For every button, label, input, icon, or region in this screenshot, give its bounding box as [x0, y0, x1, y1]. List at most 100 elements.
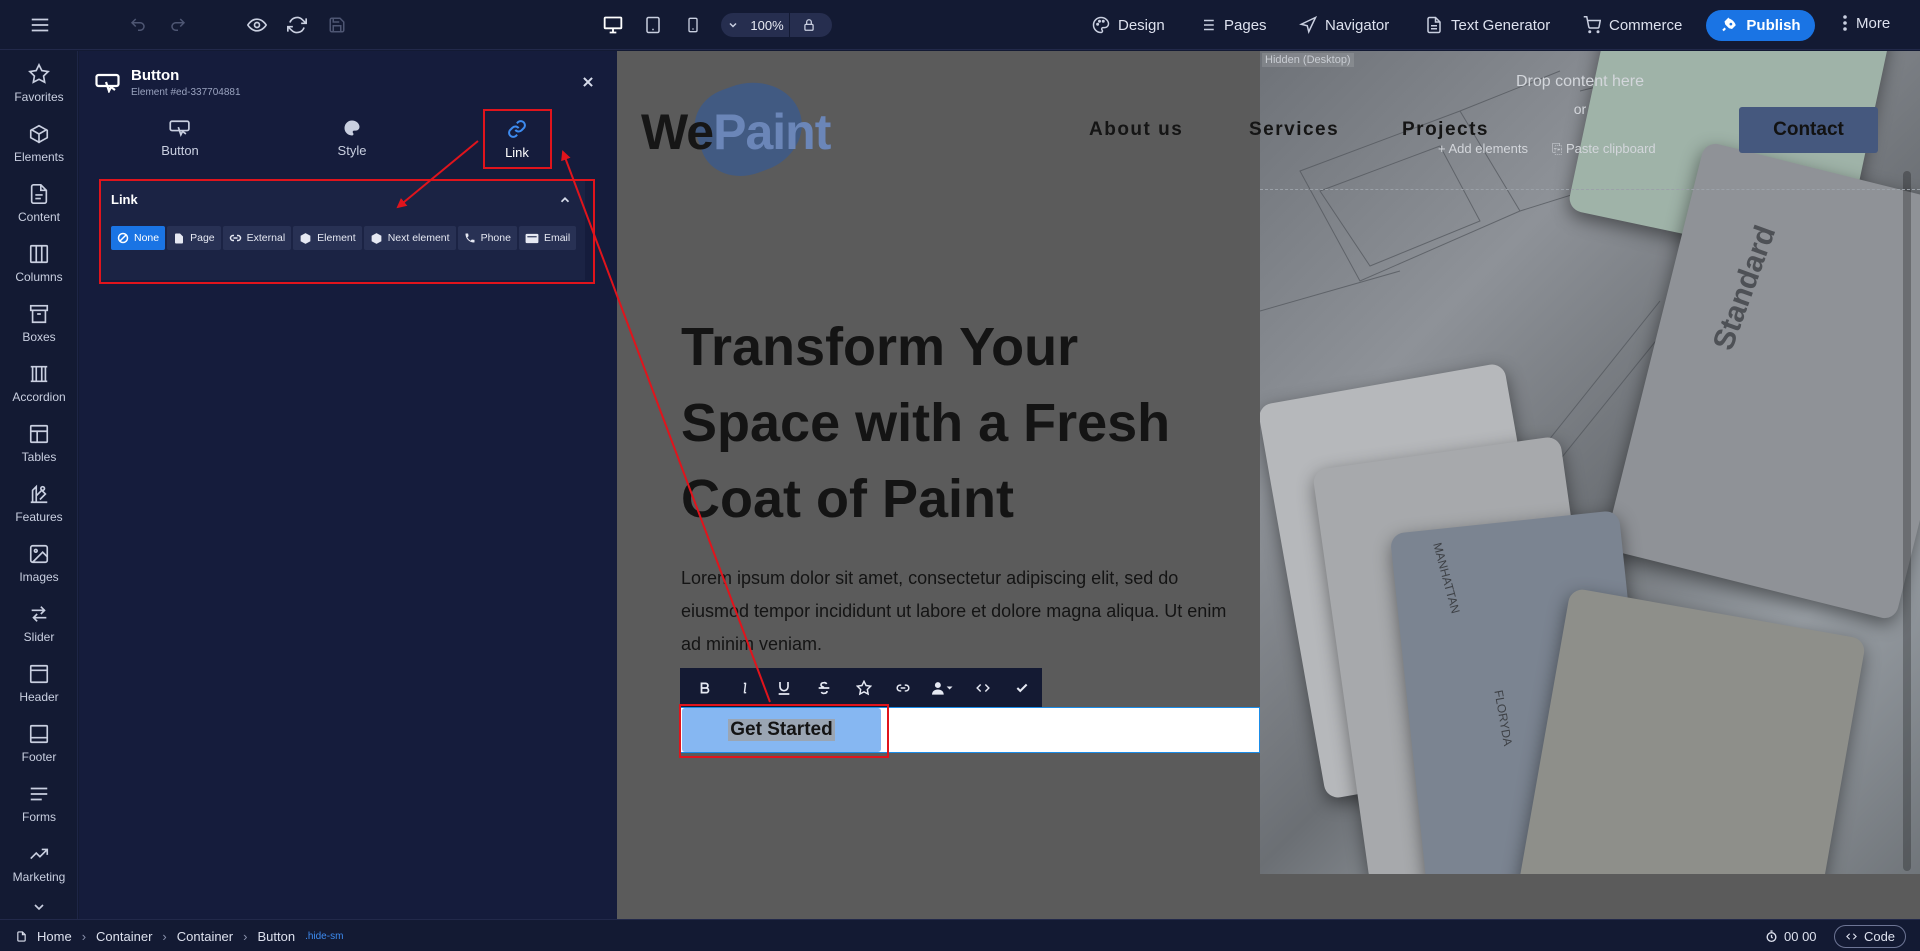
sidebar-item-boxes[interactable]: Boxes: [0, 297, 78, 357]
features-icon: [30, 484, 48, 504]
status-bar: Home › Container › Container › Button .h…: [0, 919, 1920, 951]
publish-button[interactable]: Publish: [1706, 10, 1815, 41]
sidebar-item-tables[interactable]: Tables: [0, 417, 78, 477]
header-icon: [29, 664, 49, 684]
annotation-highlight-button: [679, 704, 889, 758]
sidebar-item-features[interactable]: Features: [0, 477, 78, 537]
tab-style[interactable]: Style: [302, 119, 402, 163]
underline-icon[interactable]: [764, 668, 804, 708]
code-icon[interactable]: [963, 668, 1003, 708]
cube-icon: [29, 124, 49, 144]
sidebar-item-slider[interactable]: Slider: [0, 597, 78, 657]
code-label: Code: [1863, 929, 1896, 944]
sidebar-item-forms[interactable]: Forms: [0, 777, 78, 837]
sidebar-item-label: Tables: [21, 450, 57, 464]
drop-zone-border: [1260, 189, 1920, 190]
logo-we: We: [641, 104, 714, 160]
desktop-view-icon[interactable]: [600, 12, 626, 38]
timer: 00 00: [1765, 929, 1817, 944]
sidebar-item-header[interactable]: Header: [0, 657, 78, 717]
footer-icon: [29, 724, 49, 744]
breadcrumb-separator-icon: ›: [243, 929, 248, 944]
menu-design[interactable]: Design: [1092, 14, 1165, 36]
sidebar-item-marketing[interactable]: Marketing: [0, 837, 78, 897]
slider-icon: [31, 606, 47, 622]
logo-paint: Paint: [713, 104, 831, 160]
sidebar-item-images[interactable]: Images: [0, 537, 78, 597]
save-icon[interactable]: [325, 13, 349, 37]
menu-design-label: Design: [1118, 16, 1165, 34]
hamburger-menu-icon[interactable]: [28, 13, 52, 37]
site-logo[interactable]: WePaint: [641, 103, 831, 161]
star-icon[interactable]: [844, 668, 884, 708]
element-id: Element #ed-337704881: [131, 87, 241, 98]
paste-clipboard-label: Paste clipboard: [1566, 141, 1656, 156]
menu-navigator[interactable]: Navigator: [1299, 14, 1389, 36]
sidebar-item-label: Slider: [23, 630, 55, 644]
menu-text-generator[interactable]: Text Generator: [1425, 14, 1550, 36]
paint-swatch: [1513, 587, 1867, 874]
section-bottom: [1260, 874, 1920, 919]
code-button[interactable]: Code: [1834, 925, 1906, 948]
breadcrumb-container[interactable]: Container: [96, 929, 152, 944]
document-icon: [1427, 16, 1441, 34]
redo-icon[interactable]: [166, 13, 190, 37]
strikethrough-icon[interactable]: [804, 668, 844, 708]
breadcrumb-container-2[interactable]: Container: [177, 929, 233, 944]
chevron-down-icon[interactable]: [721, 19, 745, 31]
menu-pages[interactable]: Pages: [1198, 14, 1267, 36]
zoom-control[interactable]: 100%: [721, 13, 832, 37]
tab-style-label: Style: [337, 143, 367, 158]
user-dropdown-icon[interactable]: [923, 668, 963, 708]
navigation-icon: [1299, 16, 1317, 34]
mobile-view-icon[interactable]: [680, 12, 706, 38]
close-icon[interactable]: [581, 75, 595, 89]
palette-icon: [344, 120, 360, 136]
checkmark-icon[interactable]: [1002, 668, 1042, 708]
sidebar-item-accordion[interactable]: Accordion: [0, 357, 78, 417]
drop-zone[interactable]: Hidden (Desktop) Drop content here or + …: [1260, 51, 1920, 191]
image-icon: [29, 544, 49, 564]
italic-icon[interactable]: [725, 668, 765, 708]
canvas-scrollbar[interactable]: [1903, 171, 1911, 871]
undo-icon[interactable]: [126, 13, 150, 37]
breadcrumb-button[interactable]: Button: [257, 929, 295, 944]
zoom-value: 100%: [750, 17, 784, 33]
preview-eye-icon[interactable]: [245, 13, 269, 37]
link-icon[interactable]: [883, 668, 923, 708]
hero-paragraph[interactable]: Lorem ipsum dolor sit amet, consectetur …: [681, 562, 1251, 661]
more-menu[interactable]: More: [1842, 14, 1890, 32]
sidebar-item-columns[interactable]: Columns: [0, 237, 78, 297]
breadcrumb: Home › Container › Container › Button .h…: [16, 929, 343, 944]
menu-commerce-label: Commerce: [1609, 16, 1683, 34]
breadcrumb-home[interactable]: Home: [37, 929, 72, 944]
button-icon: [169, 120, 190, 137]
hero-heading[interactable]: Transform Your Space with a Fresh Coat o…: [681, 309, 1241, 537]
bold-icon[interactable]: [685, 668, 725, 708]
menu-pages-label: Pages: [1224, 16, 1267, 34]
add-elements-link[interactable]: + Add elements: [1438, 141, 1528, 157]
cart-icon: [1583, 16, 1601, 34]
sidebar-item-label: Elements: [13, 150, 65, 164]
breadcrumb-class-tag: .hide-sm: [305, 931, 344, 942]
lock-icon[interactable]: [790, 17, 828, 33]
breadcrumb-separator-icon: ›: [81, 929, 87, 944]
tablet-view-icon[interactable]: [640, 12, 666, 38]
chevron-down-icon[interactable]: [29, 899, 49, 915]
nav-about[interactable]: About us: [1089, 119, 1183, 141]
sidebar-item-content[interactable]: Content: [0, 177, 78, 237]
forms-icon: [30, 787, 48, 801]
paste-clipboard-link[interactable]: ⎘ Paste clipboard: [1552, 141, 1656, 157]
drop-actions: + Add elements ⎘ Paste clipboard: [1438, 141, 1656, 157]
sidebar-item-footer[interactable]: Footer: [0, 717, 78, 777]
refresh-icon[interactable]: [285, 13, 309, 37]
sidebar-item-label: Images: [19, 570, 59, 584]
hidden-badge: Hidden (Desktop): [1262, 53, 1354, 67]
button-element-icon: [95, 73, 121, 93]
tab-button[interactable]: Button: [130, 119, 230, 163]
content-icon: [30, 184, 48, 204]
sidebar-item-favorites[interactable]: Favorites: [0, 57, 78, 117]
sidebar-item-elements[interactable]: Elements: [0, 117, 78, 177]
menu-commerce[interactable]: Commerce: [1583, 14, 1682, 36]
clock-icon: [1766, 930, 1777, 943]
